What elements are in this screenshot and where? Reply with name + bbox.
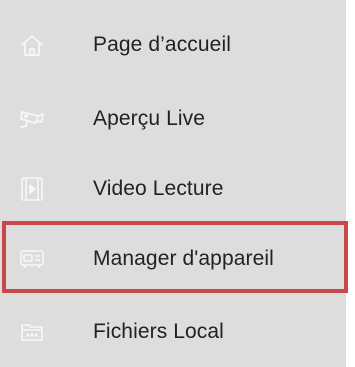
- camera-icon: [18, 105, 46, 133]
- device-icon: [18, 245, 46, 273]
- menu-item-live-preview[interactable]: Aperçu Live: [0, 89, 346, 149]
- menu-item-local-files[interactable]: Fichiers Local: [0, 302, 346, 362]
- menu-item-device-manager[interactable]: Manager d'appareil: [0, 229, 346, 289]
- menu-item-label: Fichiers Local: [93, 320, 224, 343]
- video-playback-icon: [18, 175, 46, 203]
- side-menu: Page d’accueil Aperçu Live Video Lecture: [0, 0, 346, 367]
- menu-item-video-playback[interactable]: Video Lecture: [0, 159, 346, 219]
- menu-item-label: Video Lecture: [93, 177, 224, 200]
- menu-item-label: Manager d'appareil: [93, 247, 274, 270]
- folder-icon: [18, 318, 46, 346]
- menu-item-label: Aperçu Live: [93, 107, 205, 130]
- home-icon: [18, 31, 46, 59]
- menu-item-home[interactable]: Page d’accueil: [0, 15, 346, 75]
- menu-item-label: Page d’accueil: [93, 33, 231, 56]
